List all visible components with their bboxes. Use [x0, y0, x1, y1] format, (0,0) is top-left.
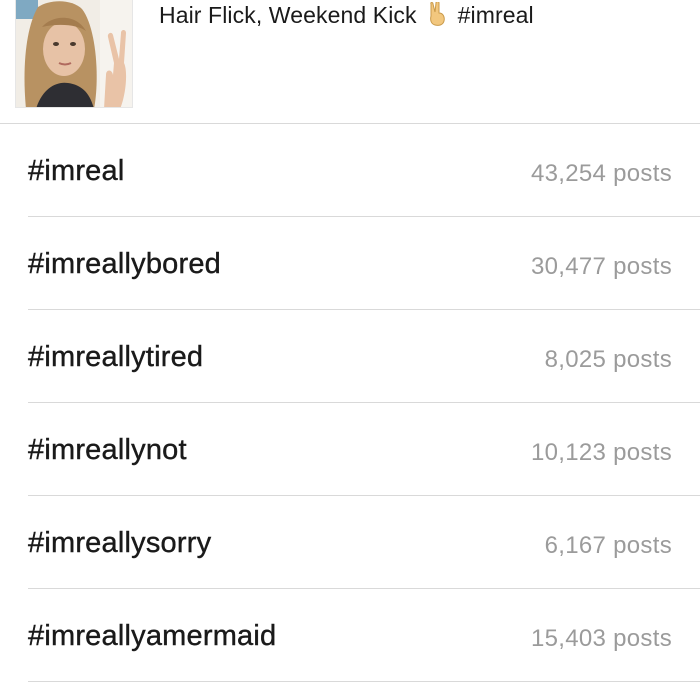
hashtag-row[interactable]: #imreal 43,254 posts	[28, 124, 700, 217]
hashtag-post-count: 30,477 posts	[530, 253, 672, 280]
post-thumbnail[interactable]	[15, 0, 133, 108]
victory-hand-icon	[427, 1, 447, 32]
hashtag-post-count: 6,167 posts	[544, 532, 672, 559]
hashtag-post-count: 10,123 posts	[530, 439, 672, 466]
hashtag-name[interactable]: #imreallynot	[28, 434, 187, 467]
hashtag-post-count: 8,025 posts	[544, 346, 672, 373]
hashtag-row[interactable]: #imreallyamermaid 15,403 posts	[28, 589, 700, 682]
caption-text: Hair Flick, Weekend Kick	[159, 2, 417, 28]
hashtag-name[interactable]: #imreallysorry	[28, 527, 211, 560]
hashtag-name[interactable]: #imreal	[28, 155, 125, 188]
hashtag-row[interactable]: #imreallybored 30,477 posts	[28, 217, 700, 310]
hashtag-post-count: 15,403 posts	[530, 625, 672, 652]
hashtag-post-count: 43,254 posts	[530, 160, 672, 187]
hashtag-name[interactable]: #imreallybored	[28, 248, 221, 281]
caption-hashtag[interactable]: #imreal	[458, 2, 534, 28]
hashtag-results-list: #imreal 43,254 posts #imreallybored 30,4…	[0, 124, 700, 682]
hashtag-row[interactable]: #imreallysorry 6,167 posts	[28, 496, 700, 589]
hashtag-row[interactable]: #imreallynot 10,123 posts	[28, 403, 700, 496]
hashtag-name[interactable]: #imreallyamermaid	[28, 620, 277, 653]
hashtag-row[interactable]: #imreallytired 8,025 posts	[28, 310, 700, 403]
post-header[interactable]: Hair Flick, Weekend Kick #imreal	[0, 0, 700, 124]
hashtag-name[interactable]: #imreallytired	[28, 341, 203, 374]
post-caption: Hair Flick, Weekend Kick #imreal	[159, 1, 534, 32]
